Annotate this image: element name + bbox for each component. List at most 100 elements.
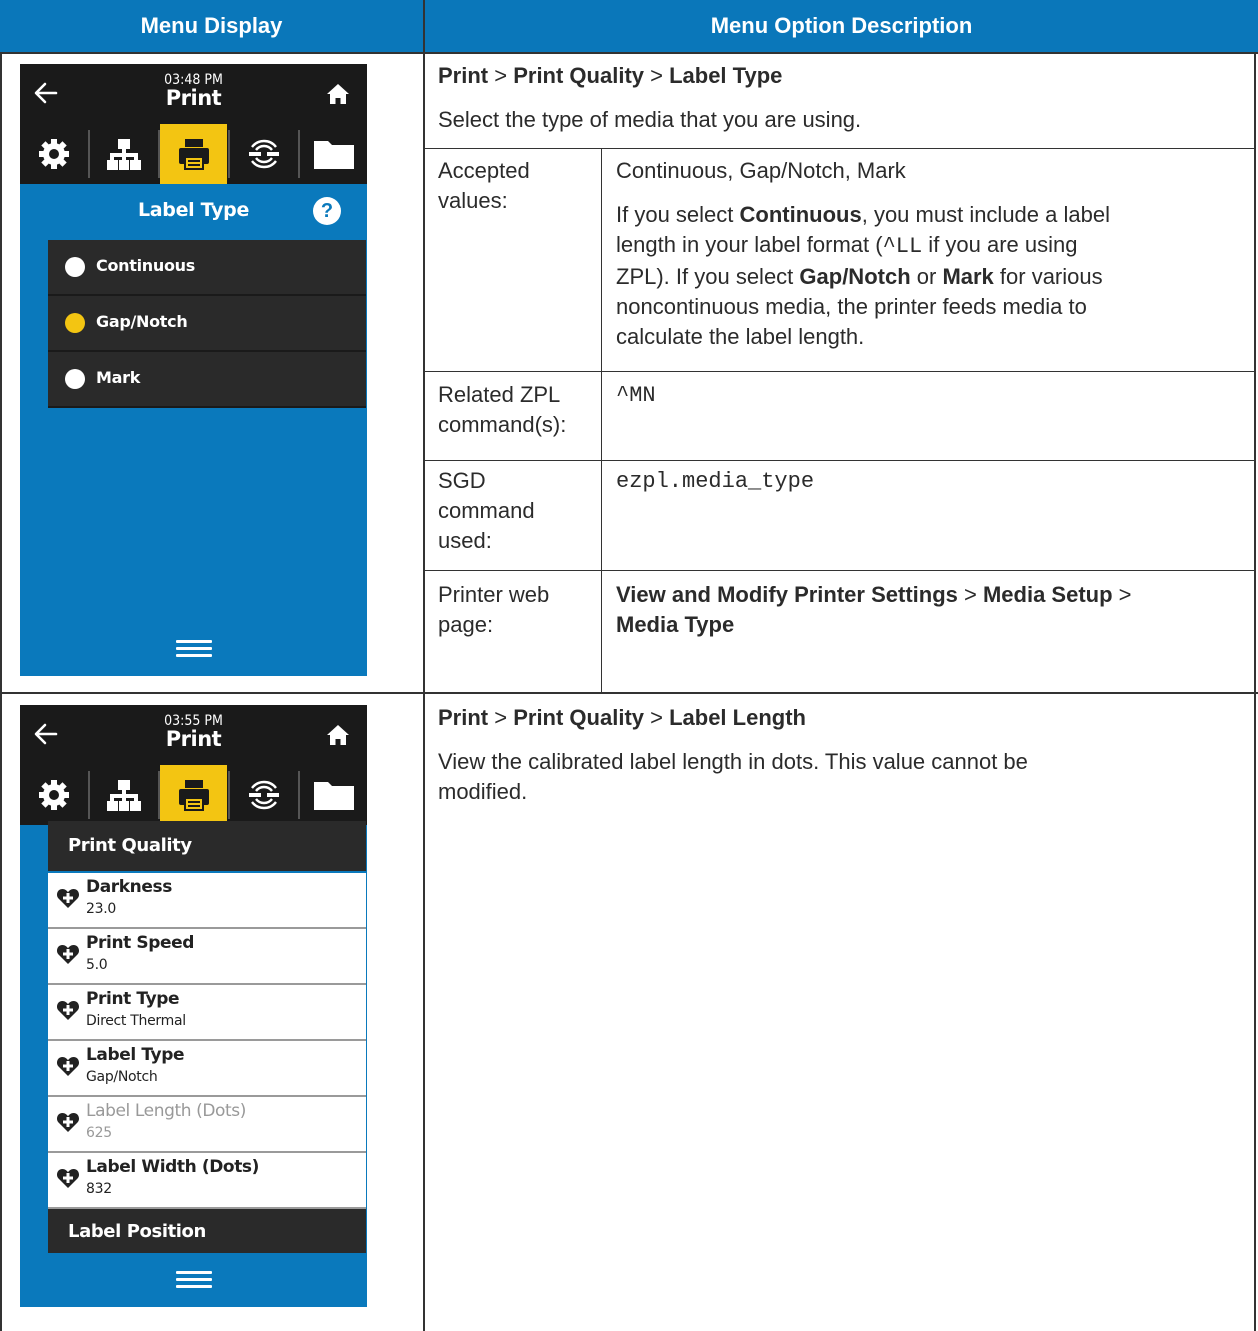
web-path-bold: View and Modify Printer Settings bbox=[616, 582, 958, 607]
zpl-command-label: Related ZPL command(s): bbox=[438, 380, 566, 440]
desc-text: , you must include a label bbox=[861, 202, 1110, 227]
tab-settings[interactable] bbox=[20, 124, 87, 184]
setting-name: Print Speed bbox=[86, 933, 195, 953]
gear-icon bbox=[38, 139, 69, 169]
label-line: Related ZPL bbox=[438, 382, 561, 407]
add-favorite-heart-icon[interactable] bbox=[56, 943, 80, 965]
screen-tab-bar bbox=[20, 124, 367, 184]
tab-sensors[interactable] bbox=[230, 765, 297, 825]
tab-network[interactable] bbox=[90, 124, 157, 184]
home-icon[interactable] bbox=[326, 83, 350, 105]
path-print-quality: Print Quality bbox=[513, 63, 644, 88]
subtable-rule-2 bbox=[425, 371, 1256, 372]
setting-item[interactable]: Print Speed 5.0 bbox=[48, 929, 366, 985]
setting-name: Label Length (Dots) bbox=[86, 1101, 246, 1121]
screen-title: Print bbox=[165, 86, 222, 110]
hamburger-menu-icon[interactable] bbox=[176, 640, 212, 660]
home-icon[interactable] bbox=[326, 724, 350, 746]
tab-settings[interactable] bbox=[20, 765, 87, 825]
desc-code: ^LL bbox=[882, 234, 923, 259]
path-print-quality: Print Quality bbox=[513, 705, 644, 730]
add-favorite-heart-icon[interactable] bbox=[56, 1111, 80, 1133]
section-label: Print Quality bbox=[68, 835, 192, 856]
tab-print[interactable] bbox=[160, 765, 227, 825]
desc-text: for various bbox=[993, 264, 1103, 289]
path-separator: > bbox=[488, 705, 514, 730]
screen-heading-row: Label Type ? bbox=[20, 184, 367, 240]
desc-text: ZPL). If you select bbox=[616, 264, 800, 289]
tab-sensors[interactable] bbox=[230, 124, 297, 184]
add-favorite-heart-icon[interactable] bbox=[56, 1055, 80, 1077]
screen-print-quality: 03:55 PM Print Print Quality Darkness 23… bbox=[20, 705, 367, 1307]
setting-value: 832 bbox=[86, 1181, 112, 1197]
screen-tab-bar bbox=[20, 765, 367, 825]
section-label-position[interactable]: Label Position bbox=[48, 1209, 366, 1253]
web-path-bold: Media Type bbox=[616, 612, 735, 637]
path-separator: > bbox=[644, 705, 670, 730]
header-menu-display: Menu Display bbox=[0, 0, 423, 52]
path-separator: > bbox=[1112, 582, 1132, 607]
path-separator: > bbox=[488, 63, 514, 88]
folder-icon bbox=[313, 782, 354, 810]
tab-files[interactable] bbox=[300, 765, 367, 825]
section-label: Label Position bbox=[68, 1221, 206, 1242]
radio-option[interactable]: Continuous bbox=[48, 240, 366, 296]
screen-title: Print bbox=[165, 727, 222, 751]
setting-value: 5.0 bbox=[86, 957, 108, 973]
hamburger-menu-icon[interactable] bbox=[176, 1271, 212, 1291]
setting-item[interactable]: Darkness 23.0 bbox=[48, 873, 366, 929]
desc-bold: Gap/Notch bbox=[799, 264, 911, 289]
setting-name: Label Width (Dots) bbox=[86, 1157, 260, 1177]
path-separator: > bbox=[644, 63, 670, 88]
setting-item[interactable]: Label Length (Dots) 625 bbox=[48, 1097, 366, 1153]
label-line: values: bbox=[438, 188, 508, 213]
tab-files[interactable] bbox=[300, 124, 367, 184]
setting-item[interactable]: Label Type Gap/Notch bbox=[48, 1041, 366, 1097]
radio-option-label: Continuous bbox=[96, 256, 195, 275]
label-line: page: bbox=[438, 612, 494, 637]
setting-value: 625 bbox=[86, 1125, 112, 1141]
add-favorite-heart-icon[interactable] bbox=[56, 887, 80, 909]
screen-top-bar: 03:55 PM Print bbox=[20, 705, 367, 765]
screen-label-type: 03:48 PM Print Label Type ? Continuous G… bbox=[20, 64, 367, 676]
setting-item[interactable]: Label Width (Dots) 832 bbox=[48, 1153, 366, 1209]
add-favorite-heart-icon[interactable] bbox=[56, 1167, 80, 1189]
header-menu-option-description: Menu Option Description bbox=[425, 0, 1258, 52]
document-table: Menu Display Menu Option Description Pri… bbox=[0, 0, 1258, 1331]
radio-option[interactable]: Gap/Notch bbox=[48, 296, 366, 352]
radio-option-label: Mark bbox=[96, 368, 141, 387]
path-label-type: Label Type bbox=[669, 63, 783, 88]
radio-unselected-icon bbox=[65, 369, 85, 389]
radio-option-label: Gap/Notch bbox=[96, 312, 188, 331]
screen-top-bar: 03:48 PM Print bbox=[20, 64, 367, 124]
help-icon[interactable]: ? bbox=[313, 197, 341, 225]
row1-menu-path: Print > Print Quality > Label Type bbox=[438, 61, 782, 91]
label-line: used: bbox=[438, 528, 492, 553]
label-line: command bbox=[438, 498, 535, 523]
section-print-quality[interactable]: Print Quality bbox=[48, 821, 366, 871]
table-divider-col bbox=[423, 0, 425, 1331]
printer-web-page-label: Printer web page: bbox=[438, 580, 549, 640]
setting-name: Label Type bbox=[86, 1045, 185, 1065]
sgd-command-label: SGD command used: bbox=[438, 466, 535, 556]
tab-network[interactable] bbox=[90, 765, 157, 825]
tab-print[interactable] bbox=[160, 124, 227, 184]
radio-selected-icon bbox=[65, 313, 85, 333]
label-line: Accepted bbox=[438, 158, 530, 183]
sgd-command-value: ezpl.media_type bbox=[616, 469, 815, 494]
add-favorite-heart-icon[interactable] bbox=[56, 999, 80, 1021]
desc-text: calculate the label length. bbox=[616, 324, 865, 349]
subtable-rule-3 bbox=[425, 460, 1256, 461]
path-print: Print bbox=[438, 705, 489, 730]
subtable-divider bbox=[601, 148, 602, 693]
path-label-length: Label Length bbox=[669, 705, 806, 730]
desc-text: or bbox=[910, 264, 943, 289]
row2-menu-path: Print > Print Quality > Label Length bbox=[438, 703, 806, 733]
accepted-values-description: If you select Continuous, you must inclu… bbox=[616, 200, 1246, 352]
network-icon bbox=[106, 780, 141, 811]
setting-item[interactable]: Print Type Direct Thermal bbox=[48, 985, 366, 1041]
gear-icon bbox=[38, 780, 69, 810]
row1-intro: Select the type of media that you are us… bbox=[438, 107, 862, 132]
setting-value: Direct Thermal bbox=[86, 1013, 186, 1029]
radio-option[interactable]: Mark bbox=[48, 352, 366, 408]
